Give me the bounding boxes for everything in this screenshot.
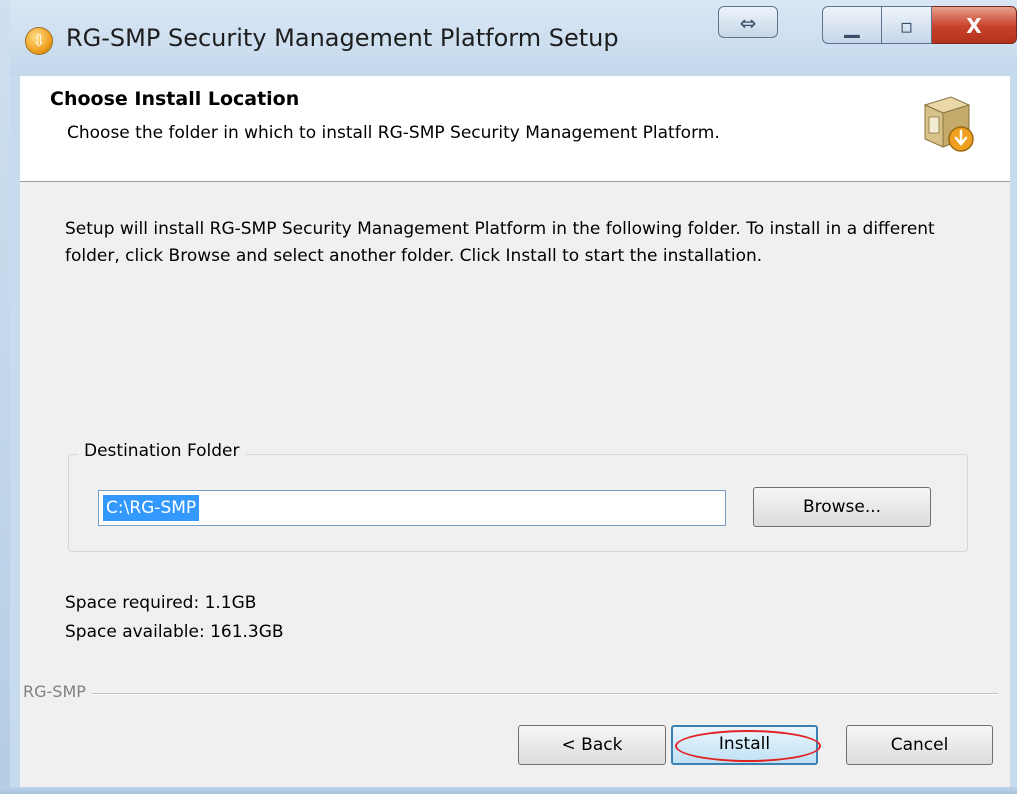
page-subtitle: Choose the folder in which to install RG… [67, 123, 720, 143]
destination-path-value: C:\RG-SMP [103, 495, 200, 521]
install-description: Setup will install RG-SMP Security Manag… [65, 219, 935, 266]
footer-divider [23, 693, 998, 695]
window-left-edge [0, 0, 10, 794]
header-panel: Choose Install Location Choose the folde… [20, 76, 1010, 182]
close-button[interactable]: X [932, 6, 1017, 44]
back-button[interactable]: < Back [518, 725, 666, 765]
destination-path-input[interactable]: C:\RG-SMP [98, 490, 726, 526]
install-box-icon [923, 96, 974, 152]
installer-disc-icon: ⇩ [26, 28, 52, 54]
space-available-text: Space available: 161.3GB [65, 622, 284, 642]
window-title: RG-SMP Security Management Platform Setu… [66, 24, 619, 52]
title-bar[interactable]: ⇩ RG-SMP Security Management Platform Se… [10, 0, 1017, 76]
window-bottom-edge [0, 787, 1017, 794]
setup-window: ⇩ RG-SMP Security Management Platform Se… [0, 0, 1017, 794]
maximize-button[interactable]: ▫ [882, 6, 932, 44]
cancel-button[interactable]: Cancel [846, 725, 993, 765]
resize-toggle-button[interactable]: ⇔ [718, 6, 778, 38]
space-required-text: Space required: 1.1GB [65, 593, 257, 613]
brand-label: RG-SMP [23, 682, 92, 701]
page-title: Choose Install Location [50, 88, 300, 110]
install-button[interactable]: Install [671, 725, 818, 765]
browse-button[interactable]: Browse... [753, 487, 931, 527]
window-controls: ▁ ▫ X [822, 6, 1017, 44]
destination-folder-label: Destination Folder [78, 441, 246, 461]
dialog-client-area: Choose Install Location Choose the folde… [20, 76, 1010, 787]
minimize-button[interactable]: ▁ [822, 6, 882, 44]
